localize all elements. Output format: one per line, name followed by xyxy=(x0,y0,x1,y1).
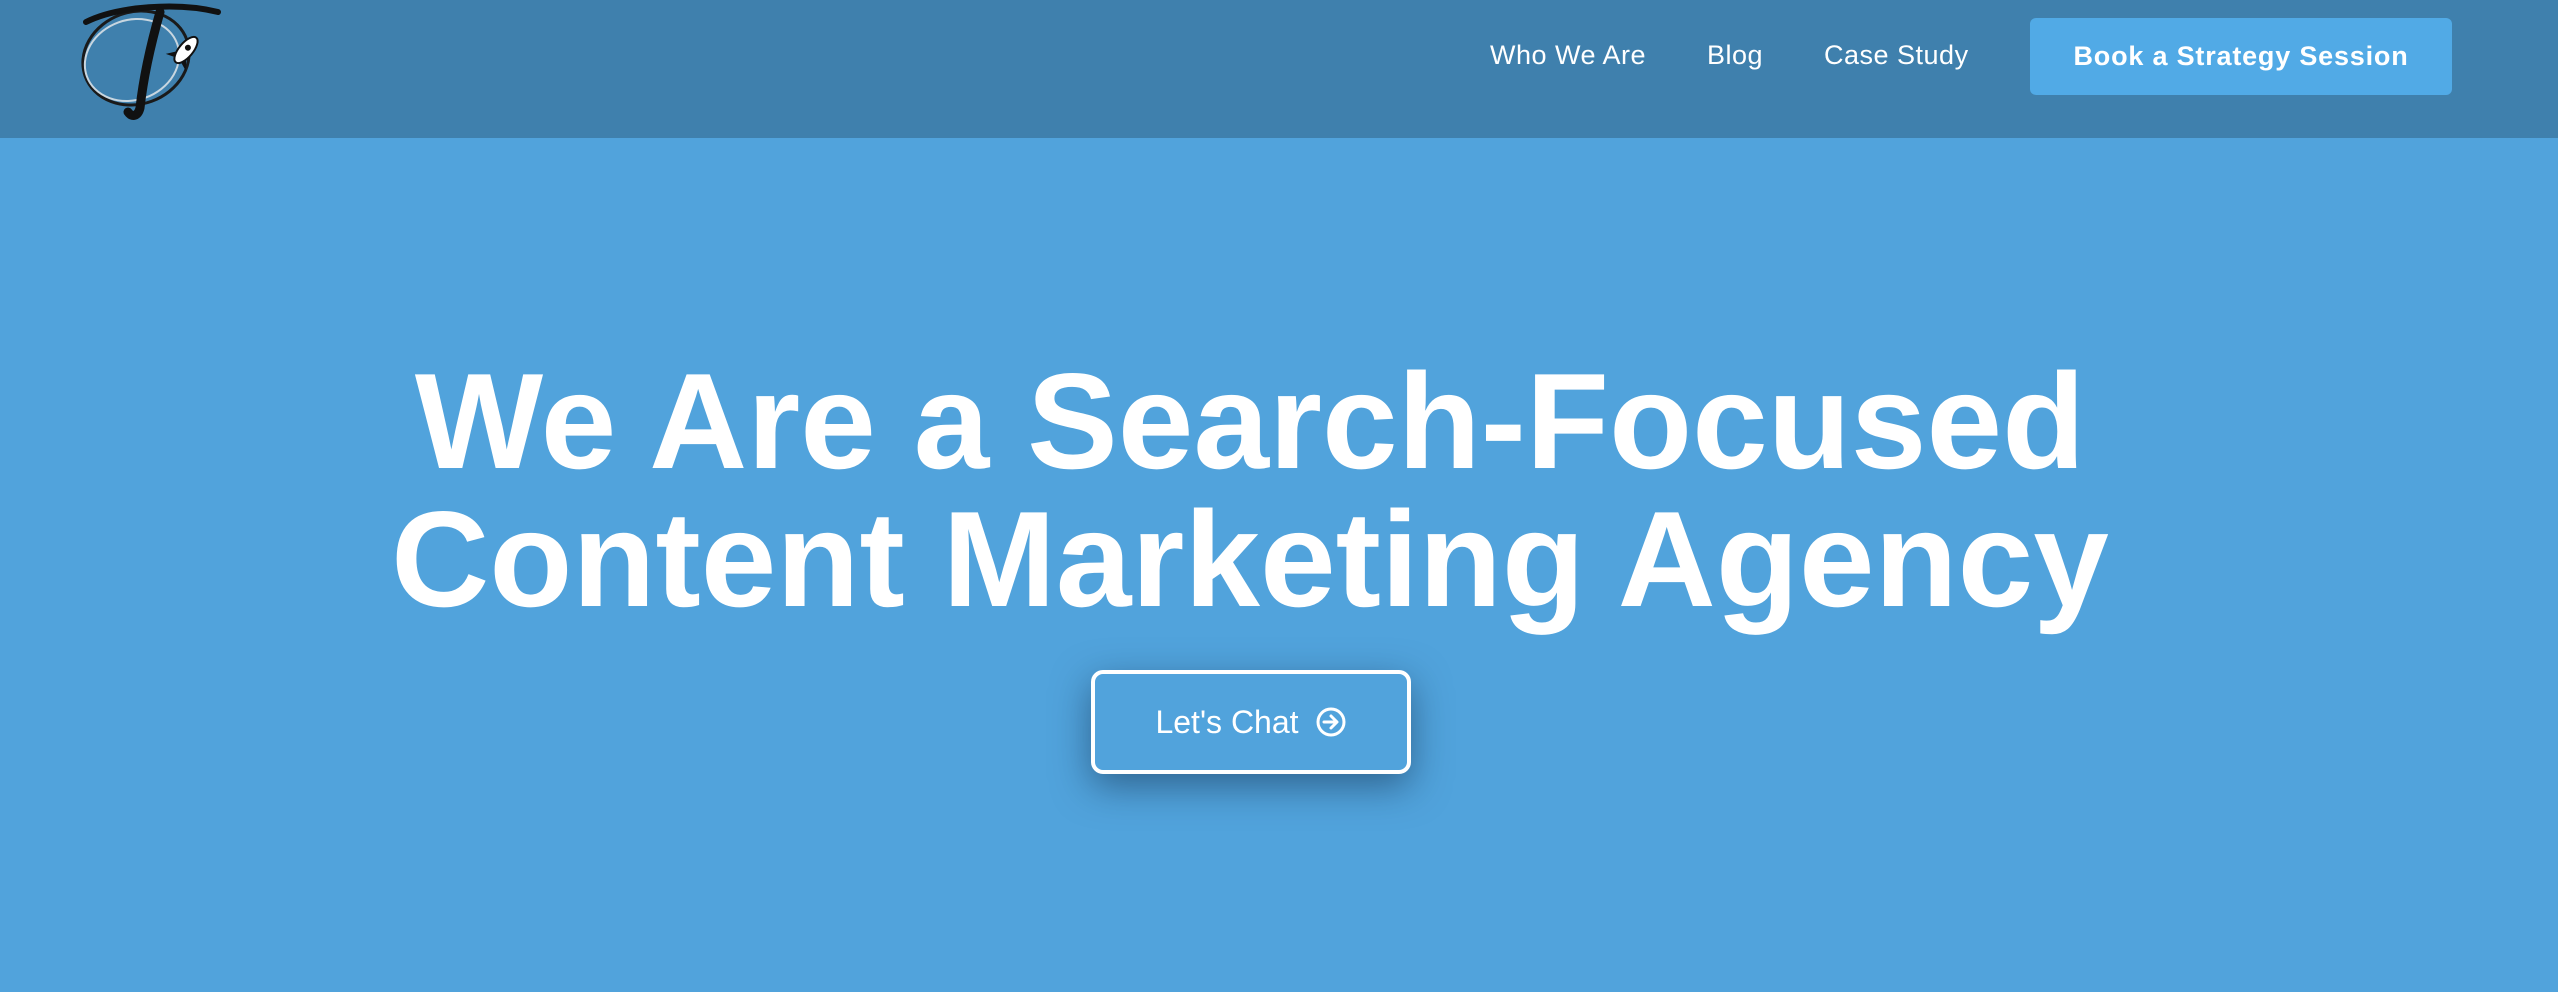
logo-icon xyxy=(81,3,221,120)
hero-title-line-2: Content Marketing Agency xyxy=(391,483,2109,635)
nav-link-case-study[interactable]: Case Study xyxy=(1824,40,1969,71)
landing-page: Who We Are Blog Case Study Book a Strate… xyxy=(0,0,2558,992)
book-strategy-session-button[interactable]: Book a Strategy Session xyxy=(2030,18,2452,95)
nav-link-who-we-are[interactable]: Who We Are xyxy=(1490,40,1646,71)
hero-title: We Are a Search-Focused Content Marketin… xyxy=(0,352,2500,628)
lets-chat-button[interactable]: Let's Chat xyxy=(1091,670,1411,774)
hero-title-line-1: We Are a Search-Focused xyxy=(414,345,2086,497)
lets-chat-label: Let's Chat xyxy=(1155,703,1299,740)
nav-link-blog[interactable]: Blog xyxy=(1707,40,1763,71)
arrow-circle-right-icon xyxy=(1315,706,1347,738)
site-logo[interactable] xyxy=(68,0,228,122)
site-header: Who We Are Blog Case Study Book a Strate… xyxy=(0,0,2558,138)
